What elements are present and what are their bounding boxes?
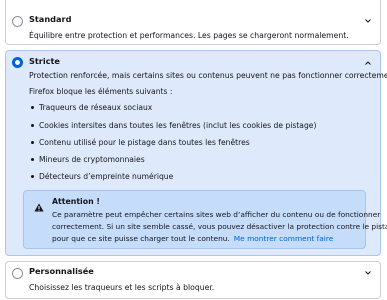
warning-box: Attention ! Ce paramètre peut empêcher c…: [23, 190, 387, 249]
list-item: Mineurs de cryptomonnaies: [31, 155, 145, 164]
option-standard[interactable]: Standard Équilibre entre protection et p…: [5, 0, 381, 45]
warning-text-line3: pour que ce site puisse charger tout le …: [52, 234, 334, 243]
list-item: Détecteurs d’empreinte numérique: [31, 172, 173, 181]
option-custom-description: Choisissez les traqueurs et les scripts …: [29, 283, 215, 292]
chevron-down-icon[interactable]: [365, 60, 371, 66]
warning-title: Attention !: [52, 197, 100, 206]
learn-more-link[interactable]: Me montrer comment faire: [234, 234, 333, 243]
list-item: Traqueurs de réseaux sociaux: [31, 103, 152, 112]
warning-text-line2: correctement. Si un site semble cassé, v…: [52, 222, 387, 231]
list-item: Cookies intersites dans toutes les fenêt…: [31, 121, 316, 130]
radio-custom[interactable]: [12, 268, 23, 279]
chevron-down-icon[interactable]: [365, 18, 371, 24]
option-custom[interactable]: Personnalisée Choisissez les traqueurs e…: [5, 261, 381, 299]
bullet-icon: [31, 174, 34, 178]
list-item: Contenu utilisé pour le pistage dans tou…: [31, 138, 250, 147]
option-strict-title: Stricte: [29, 56, 60, 66]
option-custom-title: Personnalisée: [29, 266, 94, 276]
bullet-icon: [31, 123, 34, 127]
radio-strict[interactable]: [12, 57, 23, 68]
radio-standard[interactable]: [12, 16, 23, 27]
option-strict-description: Protection renforcée, mais certains site…: [29, 71, 387, 80]
option-standard-title: Standard: [29, 14, 72, 24]
bullet-icon: [31, 105, 34, 109]
option-strict[interactable]: Stricte Protection renforcée, mais certa…: [5, 50, 387, 256]
chevron-down-icon[interactable]: [365, 270, 371, 276]
warning-text-line1: Ce paramètre peut empêcher certains site…: [52, 210, 381, 219]
warning-icon: [34, 197, 44, 212]
blocks-intro: Firefox bloque les éléments suivants :: [29, 87, 173, 96]
bullet-icon: [31, 157, 34, 161]
bullet-icon: [31, 140, 34, 144]
option-standard-description: Équilibre entre protection et performanc…: [29, 31, 349, 40]
